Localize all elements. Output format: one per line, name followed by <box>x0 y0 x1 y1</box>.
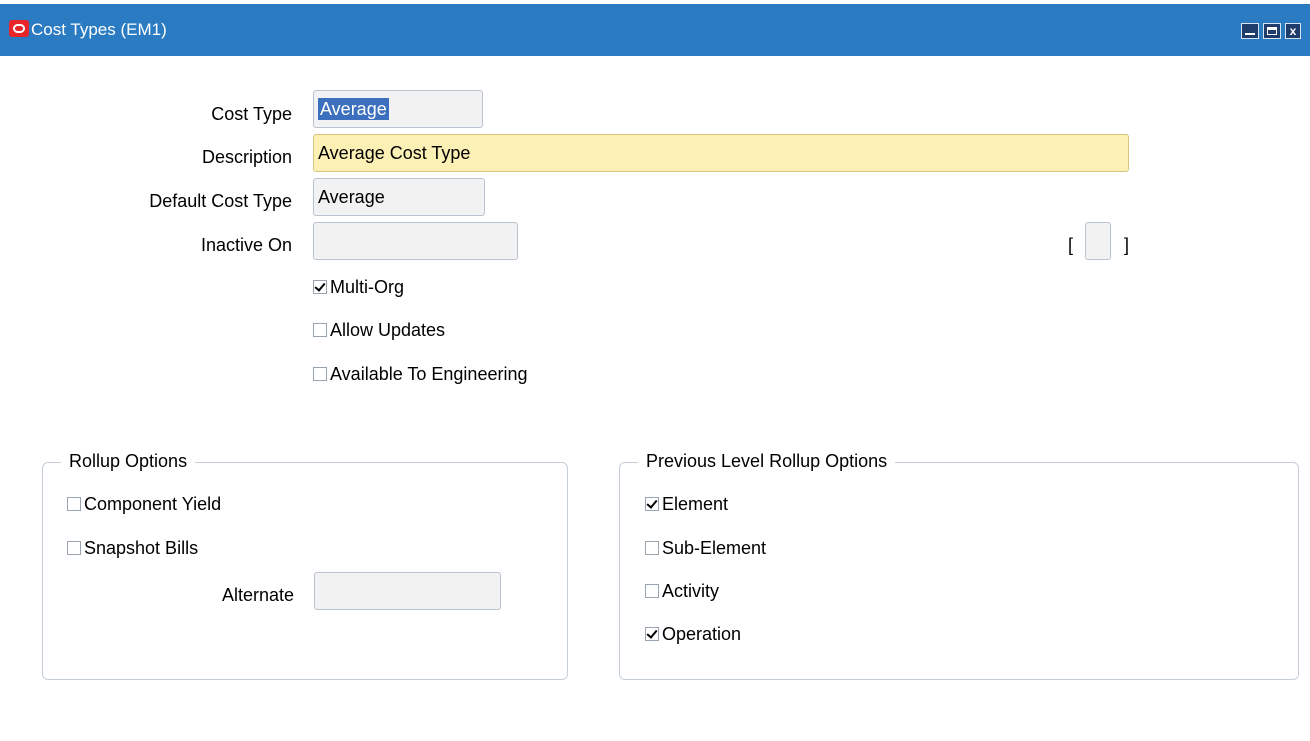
alternate-label: Alternate <box>221 585 294 605</box>
sub-element-label: Sub-Element <box>662 538 767 558</box>
cost-type-value: Average <box>318 98 389 120</box>
minimize-icon[interactable] <box>1241 23 1259 39</box>
multi-org-label: Multi-Org <box>330 277 405 297</box>
checkbox-checked-icon <box>645 627 659 641</box>
previous-level-rollup-options-title: Previous Level Rollup Options <box>638 451 896 472</box>
default-cost-type-field[interactable]: Average <box>313 178 485 216</box>
flexfield-bracket-open: [ <box>1068 235 1074 255</box>
checkbox-unchecked-icon <box>645 584 659 598</box>
checkbox-unchecked-icon <box>313 323 327 337</box>
multi-org-checkbox[interactable]: Multi-Org <box>313 277 404 298</box>
description-field[interactable]: Average Cost Type <box>313 134 1129 172</box>
flexfield-bracket-close: ] <box>1124 235 1130 255</box>
allow-updates-checkbox[interactable]: Allow Updates <box>313 320 445 341</box>
inactive-on-field[interactable] <box>313 222 518 260</box>
element-label: Element <box>662 494 729 514</box>
alternate-field[interactable] <box>314 572 501 610</box>
close-icon[interactable]: x <box>1285 23 1301 39</box>
checkbox-checked-icon <box>313 280 327 294</box>
snapshot-bills-checkbox[interactable]: Snapshot Bills <box>67 538 198 559</box>
activity-label: Activity <box>662 581 720 601</box>
cost-type-label: Cost Type <box>211 104 292 124</box>
element-checkbox[interactable]: Element <box>645 494 728 515</box>
checkbox-unchecked-icon <box>313 367 327 381</box>
rollup-options-title: Rollup Options <box>61 451 196 472</box>
component-yield-checkbox[interactable]: Component Yield <box>67 494 221 515</box>
inactive-on-label: Inactive On <box>200 235 292 255</box>
checkbox-unchecked-icon <box>67 497 81 511</box>
descriptive-flexfield[interactable] <box>1085 222 1111 260</box>
description-label: Description <box>201 147 292 167</box>
sub-element-checkbox[interactable]: Sub-Element <box>645 538 766 559</box>
checkbox-unchecked-icon <box>645 541 659 555</box>
activity-checkbox[interactable]: Activity <box>645 581 719 602</box>
checkbox-checked-icon <box>645 497 659 511</box>
window-titlebar: Cost Types (EM1) x <box>0 4 1310 56</box>
cost-type-field[interactable]: Average <box>313 90 483 128</box>
snapshot-bills-label: Snapshot Bills <box>84 538 199 558</box>
component-yield-label: Component Yield <box>84 494 222 514</box>
oracle-logo-icon <box>9 20 29 37</box>
checkbox-unchecked-icon <box>67 541 81 555</box>
available-to-engineering-label: Available To Engineering <box>330 364 528 384</box>
window-title: Cost Types (EM1) <box>31 20 167 39</box>
available-to-engineering-checkbox[interactable]: Available To Engineering <box>313 364 527 385</box>
maximize-icon[interactable] <box>1263 23 1281 39</box>
operation-checkbox[interactable]: Operation <box>645 624 741 645</box>
default-cost-type-label: Default Cost Type <box>149 191 292 211</box>
operation-label: Operation <box>662 624 742 644</box>
allow-updates-label: Allow Updates <box>330 320 446 340</box>
